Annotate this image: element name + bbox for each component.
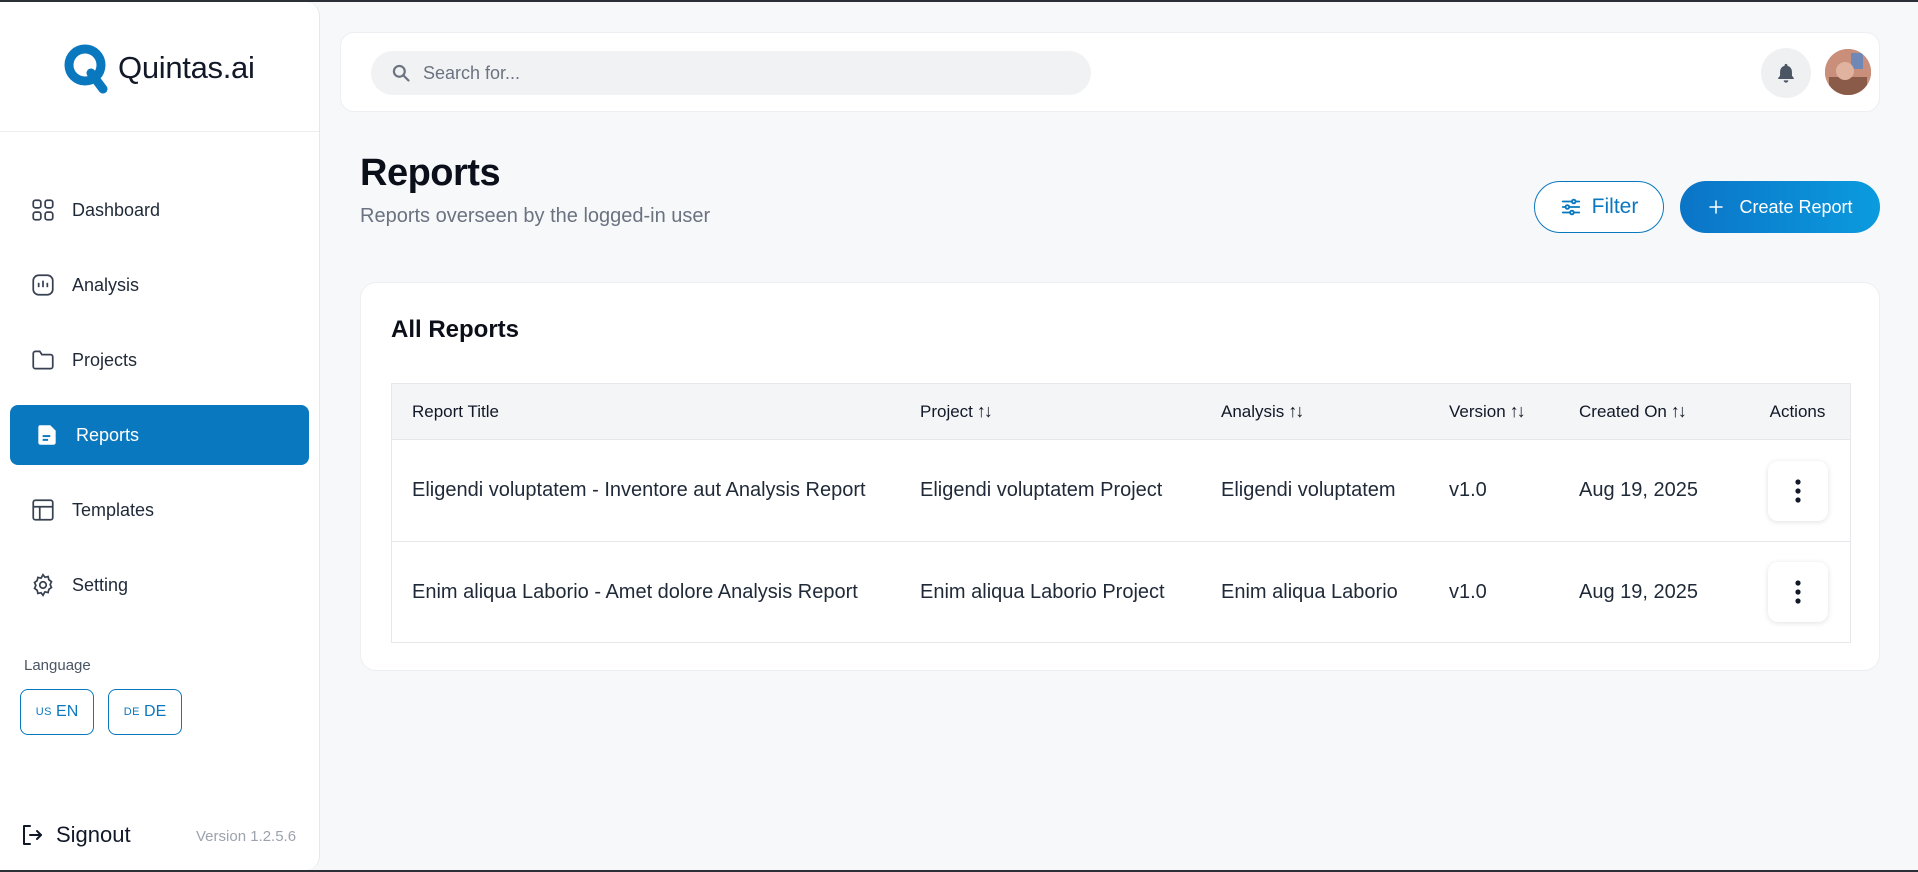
create-report-button[interactable]: Create Report xyxy=(1680,181,1880,233)
divider xyxy=(0,131,319,132)
sidebar-item-reports[interactable]: Reports xyxy=(10,405,309,465)
card-title: All Reports xyxy=(391,316,520,343)
table-header: Report Title Project ↑↓ Analysis ↑↓ Versio… xyxy=(392,384,1850,440)
sidebar-item-templates[interactable]: Templates xyxy=(10,480,309,540)
cell-actions xyxy=(1745,562,1850,622)
row-actions-button[interactable] xyxy=(1767,562,1828,622)
sort-icon: ↑↓ xyxy=(1509,401,1526,421)
brand-logo[interactable]: Quintas.ai xyxy=(62,42,255,94)
language-de-button[interactable]: DE DE xyxy=(108,689,182,735)
sort-icon: ↑↓ xyxy=(976,401,993,421)
sidebar-item-label: Reports xyxy=(76,424,140,445)
table-row[interactable]: Enim aliqua Laborio - Amet dolore Analys… xyxy=(392,541,1850,642)
search-input[interactable] xyxy=(423,62,1063,84)
cell-version: v1.0 xyxy=(1449,479,1487,501)
column-header-project[interactable]: Project ↑↓ xyxy=(920,401,1221,422)
cell-report-title: Eligendi voluptatem - Inventore aut Anal… xyxy=(412,479,866,501)
language-switcher: US EN DE DE xyxy=(20,689,182,735)
analysis-icon xyxy=(32,274,54,296)
sidebar-item-label: Templates xyxy=(72,499,155,520)
language-label: Language xyxy=(24,657,91,674)
sidebar-item-dashboard[interactable]: Dashboard xyxy=(10,180,309,240)
language-code: DE xyxy=(144,703,167,720)
filter-label: Filter xyxy=(1591,195,1639,218)
sidebar-item-projects[interactable]: Projects xyxy=(10,330,309,390)
column-header-created-on[interactable]: Created On ↑↓ xyxy=(1579,401,1745,422)
user-avatar[interactable] xyxy=(1825,49,1871,95)
top-header xyxy=(340,32,1880,112)
search-icon xyxy=(392,64,410,82)
cell-project: Enim aliqua Laborio Project xyxy=(920,580,1165,603)
grid-icon xyxy=(32,199,54,221)
sidebar-item-label: Setting xyxy=(72,574,129,595)
cell-actions xyxy=(1745,460,1850,521)
avatar-image xyxy=(1825,49,1871,95)
column-header-actions: Actions xyxy=(1769,401,1826,421)
column-header-report-title: Report Title xyxy=(412,401,499,421)
search-bar[interactable] xyxy=(371,51,1091,95)
quintas-logo-icon xyxy=(64,44,108,94)
more-vertical-icon xyxy=(1794,580,1801,604)
sliders-icon xyxy=(1561,198,1580,216)
gear-icon xyxy=(33,573,53,597)
app-version: Version 1.2.5.6 xyxy=(196,828,297,845)
sidebar-nav: Dashboard Analysis Projects Reports Temp… xyxy=(10,180,309,630)
table-row[interactable]: Eligendi voluptatem - Inventore aut Anal… xyxy=(392,440,1850,541)
sort-icon: ↑↓ xyxy=(1670,401,1687,421)
signout-button[interactable]: Signout xyxy=(20,822,131,848)
report-document-icon xyxy=(38,425,56,445)
language-code: EN xyxy=(56,703,79,720)
plus-icon xyxy=(1709,200,1724,214)
brand-name: Quintas.ai xyxy=(118,50,255,85)
sidebar-item-label: Projects xyxy=(72,349,138,370)
signout-label: Signout xyxy=(56,822,131,847)
sort-icon: ↑↓ xyxy=(1288,401,1304,421)
sidebar-item-label: Analysis xyxy=(72,274,140,295)
language-en-button[interactable]: US EN xyxy=(20,689,94,735)
sidebar-item-label: Dashboard xyxy=(72,199,161,220)
template-icon xyxy=(32,499,54,521)
create-report-label: Create Report xyxy=(1739,196,1853,217)
reports-table: Report Title Project ↑↓ Analysis ↑↓ Versio… xyxy=(391,383,1851,643)
notifications-button[interactable] xyxy=(1761,48,1811,98)
sidebar-item-analysis[interactable]: Analysis xyxy=(10,255,309,315)
cell-analysis: Enim aliqua Laborio xyxy=(1221,580,1398,603)
row-actions-button[interactable] xyxy=(1767,460,1828,521)
folder-icon xyxy=(32,350,54,370)
column-header-analysis[interactable]: Analysis ↑↓ xyxy=(1221,401,1449,422)
page-subtitle: Reports overseen by the logged-in user xyxy=(360,205,711,227)
cell-analysis: Eligendi voluptatem xyxy=(1221,479,1396,501)
de-flag-icon: DE xyxy=(123,706,141,718)
signout-icon xyxy=(23,825,42,845)
cell-report-title: Enim aliqua Laborio - Amet dolore Analys… xyxy=(412,580,858,603)
cell-version: v1.0 xyxy=(1449,580,1487,603)
column-header-version[interactable]: Version ↑↓ xyxy=(1449,401,1579,422)
cell-project: Eligendi voluptatem Project xyxy=(920,479,1163,501)
filter-button[interactable]: Filter xyxy=(1534,181,1664,233)
us-flag-icon: US xyxy=(35,706,53,718)
sidebar: Quintas.ai Dashboard Analysis Projects R… xyxy=(0,2,320,870)
bell-icon xyxy=(1778,63,1794,83)
cell-created-on: Aug 19, 2025 xyxy=(1579,479,1698,501)
cell-created-on: Aug 19, 2025 xyxy=(1579,580,1698,603)
reports-card: All Reports Report Title Project ↑↓ Analy… xyxy=(360,282,1880,671)
sidebar-item-setting[interactable]: Setting xyxy=(10,555,309,615)
more-vertical-icon xyxy=(1794,478,1801,503)
page-title: Reports xyxy=(360,152,501,194)
